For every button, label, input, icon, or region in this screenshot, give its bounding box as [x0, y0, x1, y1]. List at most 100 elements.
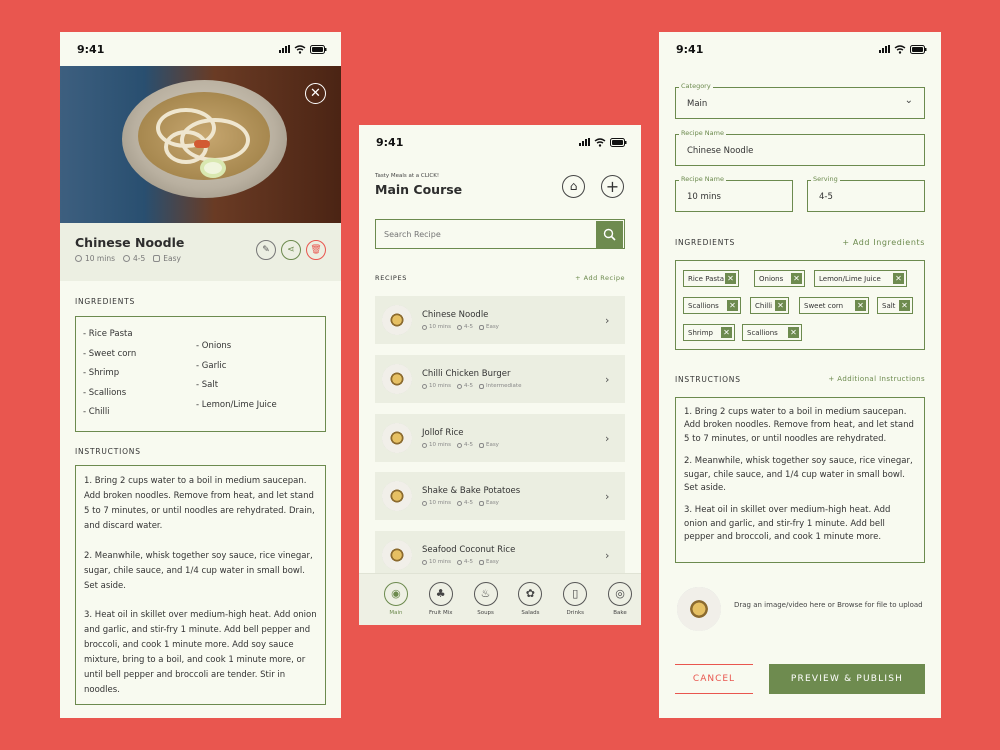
wifi-icon	[594, 137, 606, 147]
app-tagline: Tasty Meals at a CLICK!	[375, 173, 440, 179]
tab-drinks[interactable]: ▯ Drinks	[554, 574, 596, 625]
add-button[interactable]: +	[601, 175, 624, 198]
share-icon: ⋖	[287, 245, 295, 255]
battery-icon	[610, 137, 627, 147]
remove-chip-icon[interactable]: ✕	[727, 300, 738, 311]
serving-icon	[456, 559, 462, 565]
ingredient-chip-label: Salt	[882, 301, 896, 310]
cook-time-label: Recipe Name	[679, 175, 726, 183]
recipe-level: Easy	[485, 500, 499, 506]
add-recipe-link[interactable]: + Add Recipe	[575, 274, 625, 282]
cancel-button[interactable]: CANCEL	[675, 664, 753, 694]
serving-field[interactable]: Serving 4-5	[807, 175, 925, 212]
page-title: Main Course	[375, 182, 463, 197]
tab-main[interactable]: ◉ Main	[375, 574, 417, 625]
recipe-card[interactable]: Jollof Rice 10 mins 4-5 Easy ›	[375, 414, 625, 462]
serving-label: Serving	[811, 175, 840, 183]
recipe-actions: ✎ ⋖ 🗑	[256, 240, 326, 260]
ingredient-chip: Salt ✕	[877, 297, 913, 314]
upload-preview-image[interactable]	[677, 587, 721, 631]
tab-label: Salads	[521, 610, 540, 616]
instruction-step: 1. Bring 2 cups water to a boil in mediu…	[684, 407, 914, 444]
recipe-meta: 10 mins 4-5 Easy	[422, 559, 605, 565]
upload-dropzone-text[interactable]: Drag an image/video here or Browse for f…	[734, 599, 929, 611]
ingredient-chip-label: Scallions	[747, 328, 778, 337]
chef-hat-icon	[478, 324, 484, 330]
remove-chip-icon[interactable]: ✕	[899, 300, 910, 311]
recipe-name: Chilli Chicken Burger	[422, 369, 511, 379]
remove-chip-icon[interactable]: ✕	[791, 273, 802, 284]
tab-bake[interactable]: ◎ Bake	[599, 574, 641, 625]
recipe-level: Easy	[485, 559, 499, 565]
status-icons	[879, 44, 927, 54]
signal-icon	[579, 138, 590, 146]
add-ingredients-link[interactable]: + Add Ingredients	[842, 238, 925, 247]
delete-button[interactable]: 🗑	[306, 240, 326, 260]
recipe-name-field[interactable]: Recipe Name Chinese Noodle	[675, 129, 925, 166]
recipe-time: 10 mins	[85, 254, 115, 263]
close-button[interactable]: ✕	[305, 83, 326, 104]
ingredient-chip-label: Onions	[759, 274, 784, 283]
ingredient-chip: Scallions ✕	[683, 297, 741, 314]
status-bar: 9:41	[60, 32, 341, 66]
tab-salads[interactable]: ✿ Salads	[509, 574, 551, 625]
ingredient-item: - Lemon/Lime Juice	[196, 399, 277, 410]
serving-icon	[456, 442, 462, 448]
remove-chip-icon[interactable]: ✕	[725, 273, 736, 284]
tab-soups[interactable]: ♨ Soups	[465, 574, 507, 625]
signal-icon	[279, 45, 290, 53]
ingredient-item: - Sweet corn	[83, 348, 137, 359]
preview-publish-button[interactable]: PREVIEW & PUBLISH	[769, 664, 925, 694]
instruction-step: 3. Heat oil in skillet over medium-high …	[84, 610, 317, 695]
ingredient-chip-label: Chilli	[755, 301, 773, 310]
remove-chip-icon[interactable]: ✕	[855, 300, 866, 311]
edit-button[interactable]: ✎	[256, 240, 276, 260]
recipe-card-text: Chilli Chicken Burger 10 mins 4-5 Intermedi…	[422, 369, 605, 389]
share-button[interactable]: ⋖	[281, 240, 301, 260]
recipe-card[interactable]: Chilli Chicken Burger 10 mins 4-5 Intermedi…	[375, 355, 625, 403]
recipe-list-screen: 9:41 Tasty Meals at a CLICK! Main Course…	[359, 125, 641, 625]
chevron-right-icon: ›	[605, 548, 610, 562]
recipe-serves: 4-5	[463, 442, 473, 448]
ingredient-chip: Lemon/Lime Juice ✕	[814, 270, 907, 287]
search-button[interactable]	[596, 221, 623, 248]
tab-label: Drinks	[566, 610, 584, 616]
additional-instructions-link[interactable]: + Additional Instructions	[828, 375, 925, 383]
ingredient-chip: Shrimp ✕	[683, 324, 735, 341]
ingredient-item: - Shrimp	[83, 368, 120, 378]
recipe-card[interactable]: Chinese Noodle 10 mins 4-5 Easy ›	[375, 296, 625, 344]
recipe-serves: 4-5	[463, 500, 473, 506]
home-button[interactable]: ⌂	[562, 175, 585, 198]
pencil-icon: ✎	[262, 245, 270, 255]
recipe-level: Easy	[485, 442, 499, 448]
category-select[interactable]: Category Main ⌄	[675, 82, 925, 119]
remove-chip-icon[interactable]: ✕	[775, 300, 786, 311]
soup-icon: ♨	[473, 582, 498, 606]
instruction-step: 3. Heat oil in skillet over medium-high …	[684, 505, 891, 543]
recipe-hero-image: ✕	[60, 66, 341, 223]
search-bar	[375, 219, 625, 249]
recipe-time: 10 mins	[429, 559, 451, 565]
recipe-card[interactable]: Shake & Bake Potatoes 10 mins 4-5 Easy ›	[375, 472, 625, 520]
ingredient-chip-label: Scallions	[688, 301, 719, 310]
recipe-card-text: Seafood Coconut Rice 10 mins 4-5 Easy	[422, 545, 605, 565]
search-input[interactable]	[376, 220, 595, 248]
tab-label: Soups	[477, 610, 494, 616]
category-value: Main	[687, 99, 708, 109]
remove-chip-icon[interactable]: ✕	[893, 273, 904, 284]
ingredient-chip-label: Sweet corn	[804, 301, 844, 310]
chef-hat-icon	[478, 500, 484, 506]
instructions-textarea[interactable]: 1. Bring 2 cups water to a boil in mediu…	[675, 397, 925, 563]
tab-fruit-mix[interactable]: ♣ Fruit Mix	[420, 574, 462, 625]
recipe-thumbnail	[382, 364, 412, 394]
remove-chip-icon[interactable]: ✕	[788, 327, 799, 338]
recipe-thumbnail	[382, 481, 412, 511]
ingredient-item: - Onions	[196, 341, 232, 351]
recipe-card[interactable]: Seafood Coconut Rice 10 mins 4-5 Easy ›	[375, 531, 625, 579]
remove-chip-icon[interactable]: ✕	[721, 327, 732, 338]
recipe-servings: 4-5	[132, 254, 146, 263]
cook-time-field[interactable]: Recipe Name 10 mins	[675, 175, 793, 212]
clock-icon	[422, 500, 427, 506]
status-time: 9:41	[676, 42, 704, 56]
chef-hat-icon	[478, 442, 484, 448]
